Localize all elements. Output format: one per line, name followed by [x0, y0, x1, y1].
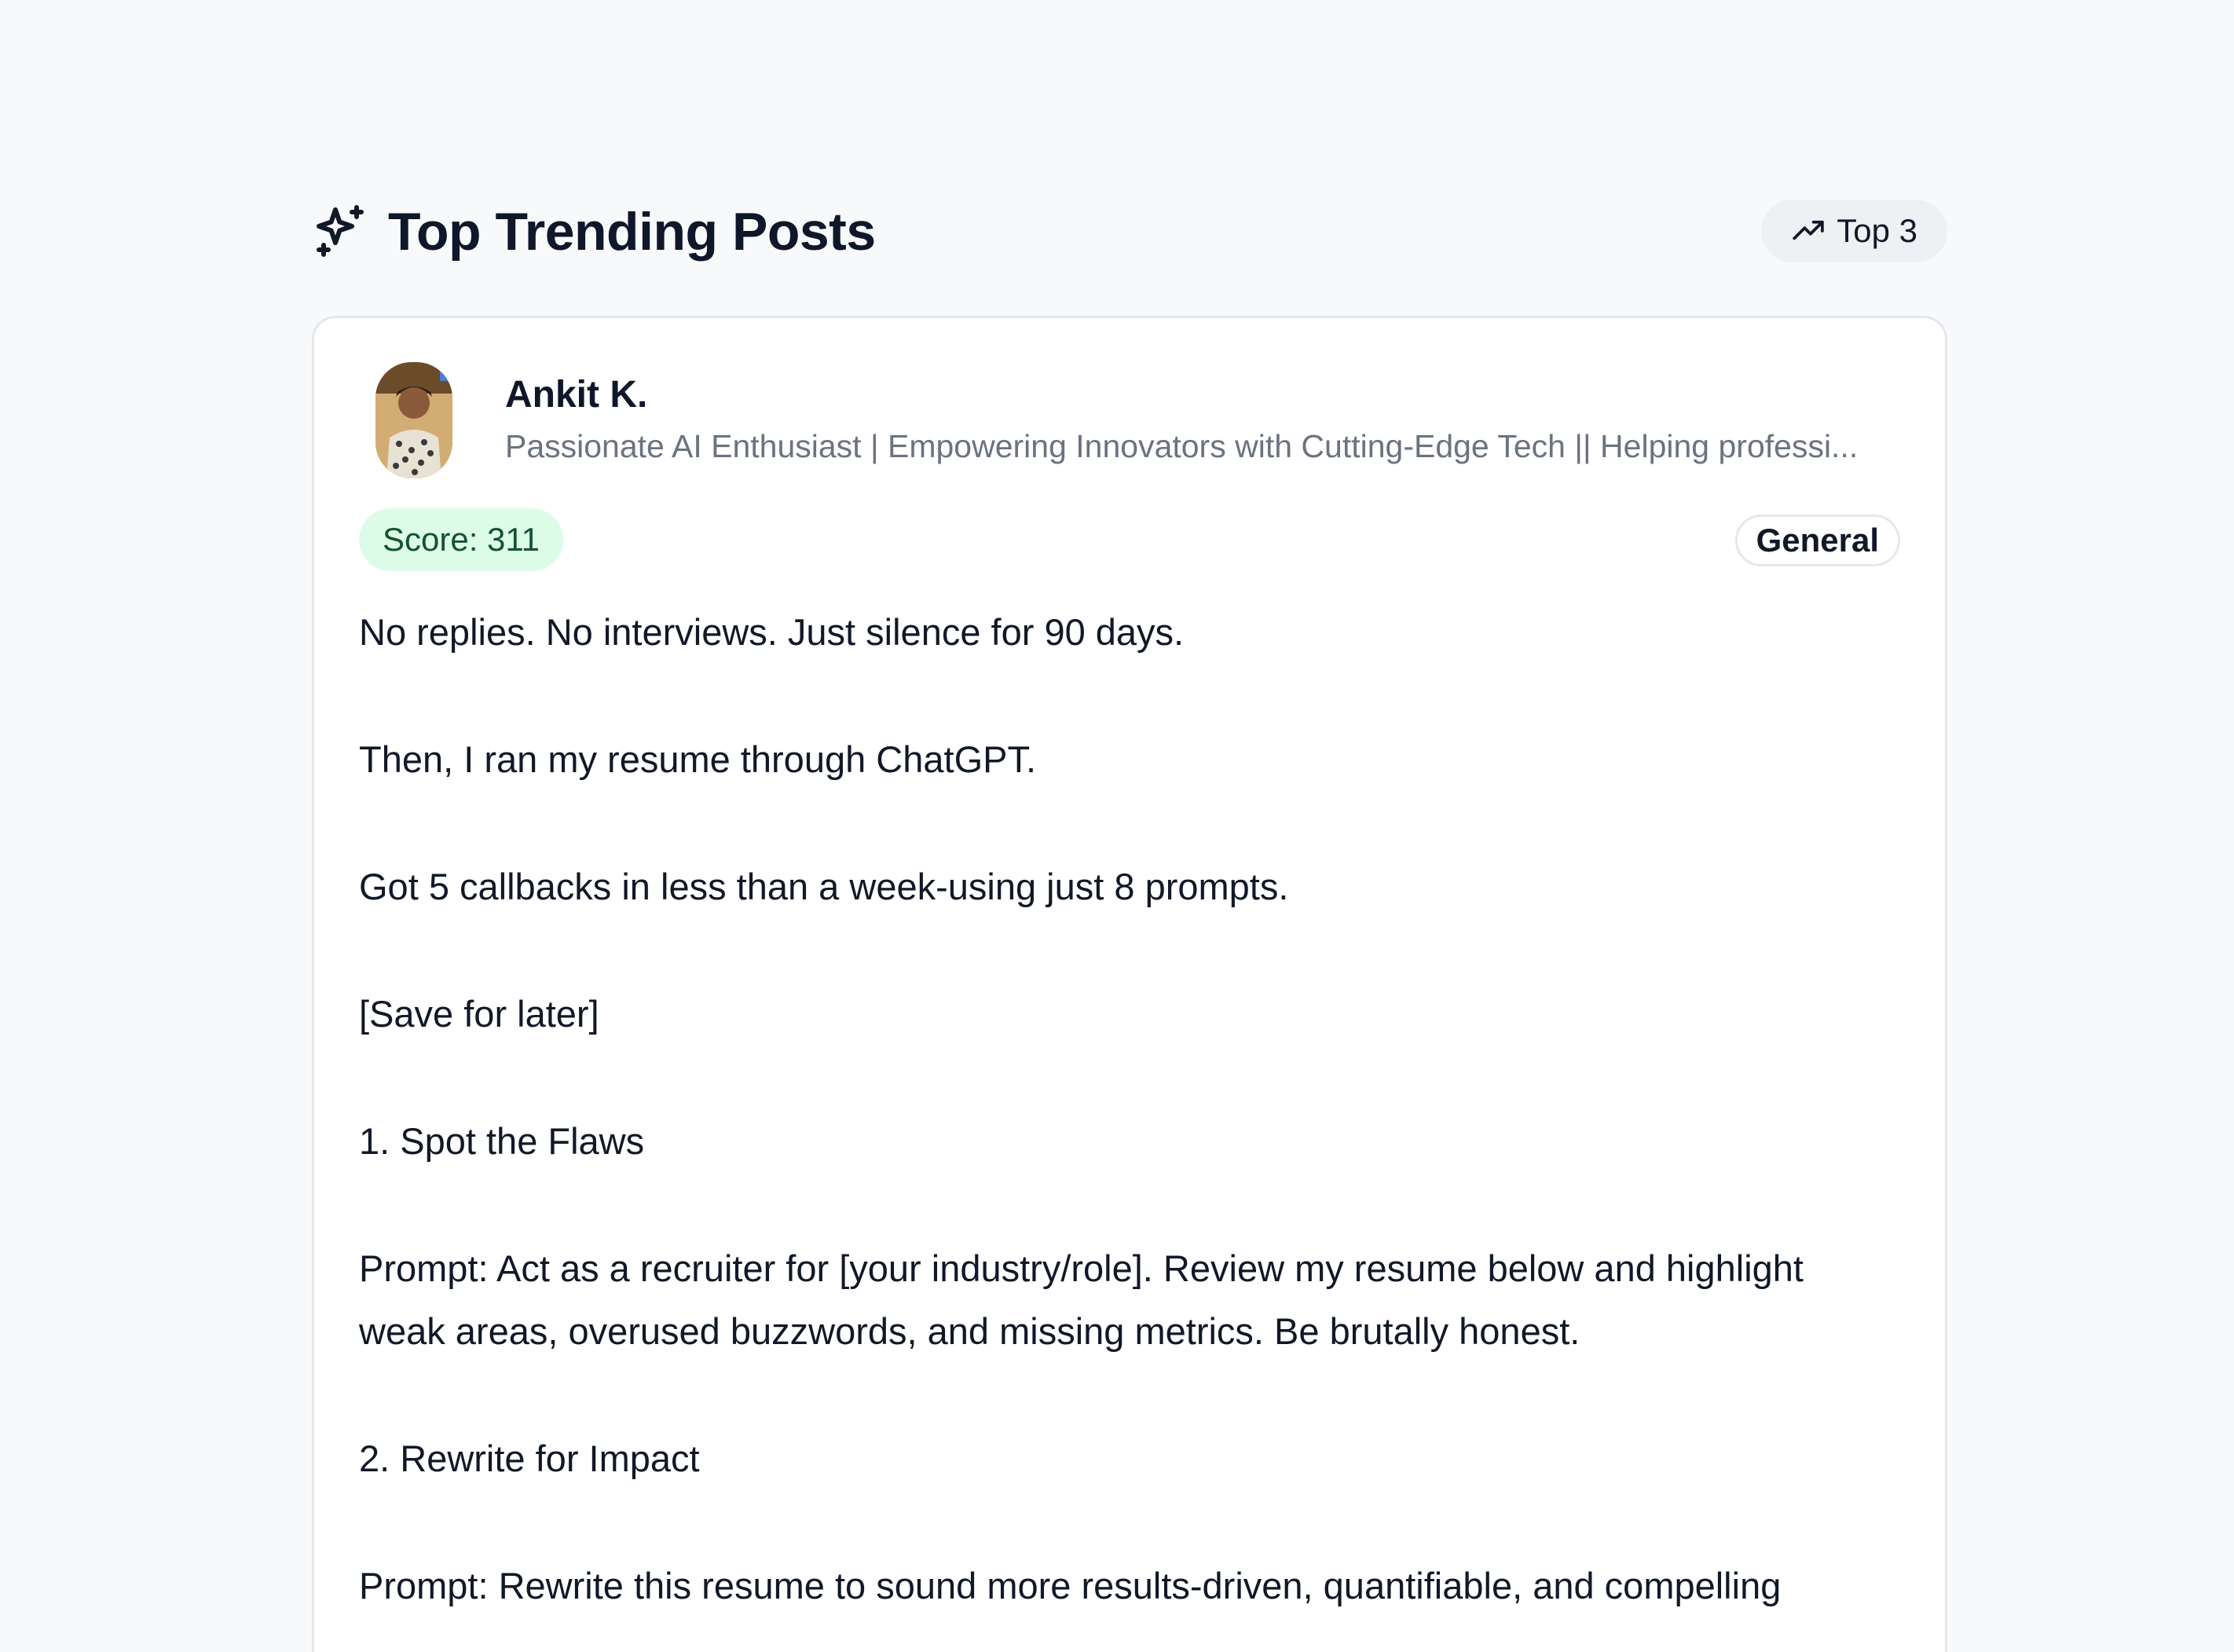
post-paragraph: No replies. No interviews. Just silence … — [359, 611, 1185, 653]
post-paragraph: 1. Spot the Flaws — [359, 1120, 645, 1162]
post-paragraph: Got 5 callbacks in less than a week-usin… — [359, 866, 1289, 907]
post-paragraph: Then, I ran my resume through ChatGPT. — [359, 738, 1037, 780]
section-header: Top Trending Posts Top 3 — [312, 196, 1947, 267]
author-name[interactable]: Ankit K. — [505, 373, 647, 416]
post-paragraph: Prompt: Act as a recruiter for [your ind… — [359, 1247, 1804, 1352]
page: Top Trending Posts Top 3 Ankit K. Passio… — [0, 0, 2234, 1652]
trending-up-icon — [1793, 220, 1824, 240]
post-body: No replies. No interviews. Just silence … — [359, 601, 1899, 1652]
avatar[interactable] — [375, 362, 452, 478]
sparkles-icon — [317, 205, 364, 257]
score-badge: Score: 311 — [359, 508, 564, 571]
post-paragraph: [Save for later] — [359, 993, 599, 1035]
top-count-label: Top 3 — [1837, 212, 1917, 249]
category-badge: General — [1734, 515, 1900, 566]
post-paragraph: Prompt: Rewrite this resume to sound mor… — [359, 1565, 1782, 1606]
author-headline: Passionate AI Enthusiast | Empowering In… — [505, 428, 1859, 464]
post-card[interactable]: Ankit K. Passionate AI Enthusiast | Empo… — [312, 316, 1947, 1652]
avatar-image — [375, 362, 452, 478]
top-count-badge: Top 3 — [1761, 200, 1947, 262]
post-paragraph: 2. Rewrite for Impact — [359, 1438, 700, 1479]
page-title: Top Trending Posts — [388, 202, 876, 262]
